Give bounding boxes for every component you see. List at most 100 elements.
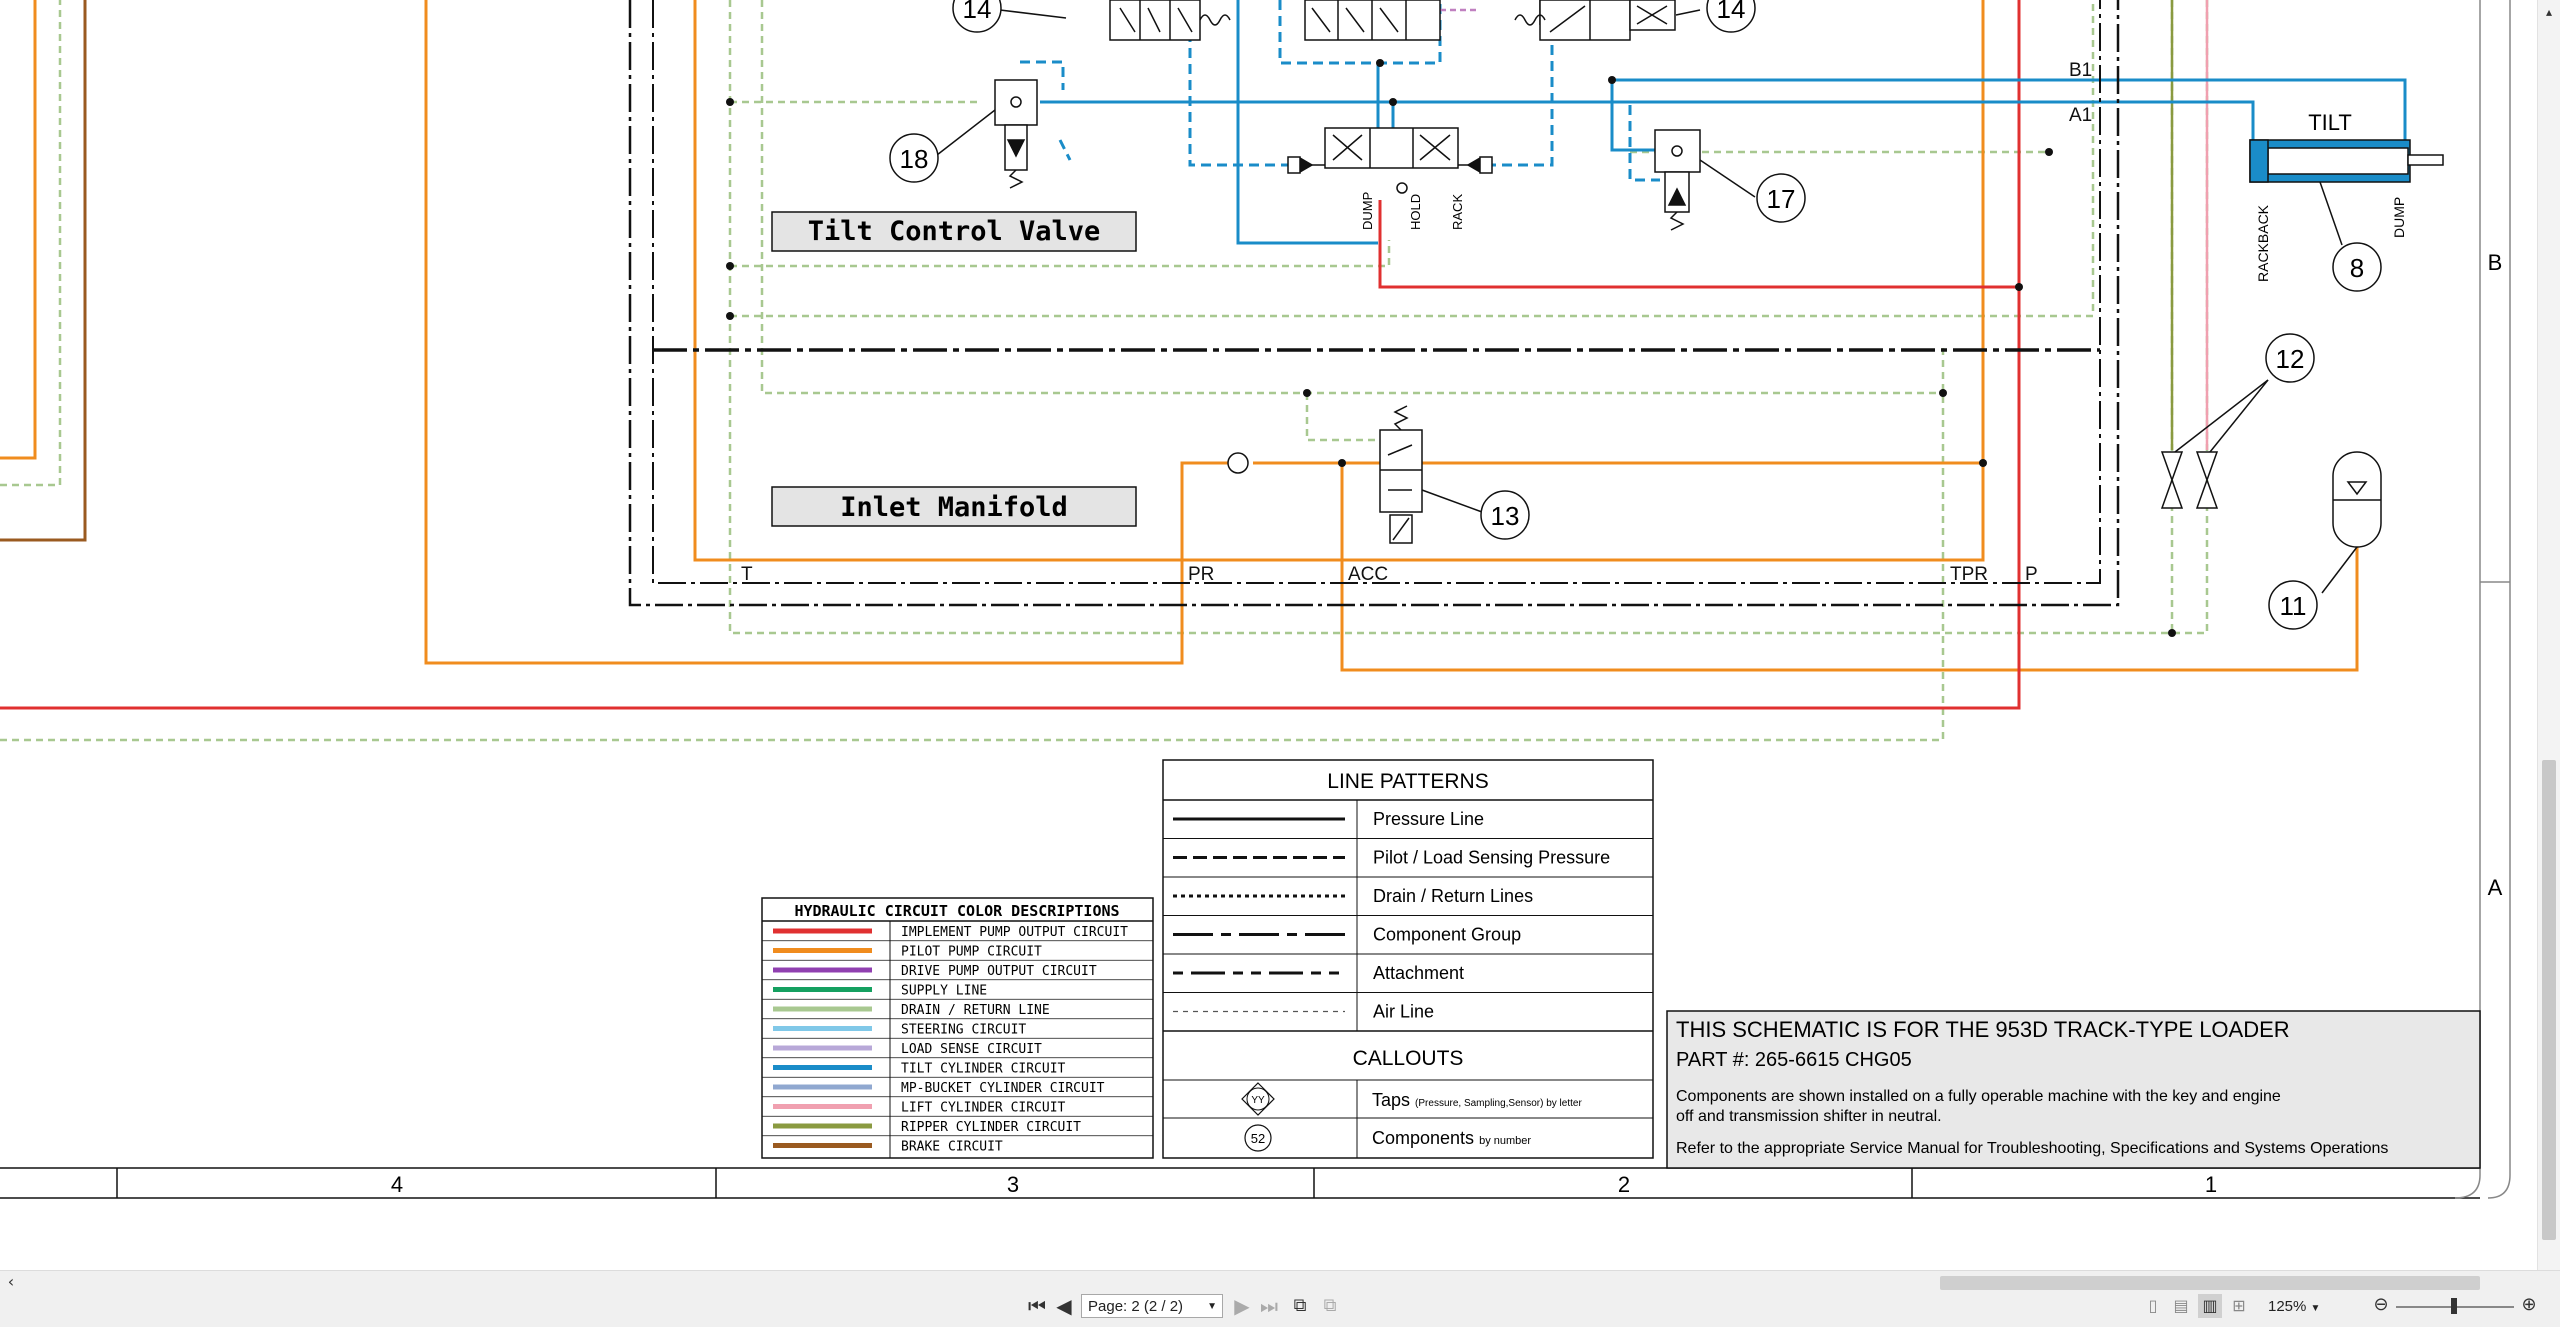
title-block: THIS SCHEMATIC IS FOR THE 953D TRACK-TYP… bbox=[1666, 1010, 2481, 1169]
title-note-2: Refer to the appropriate Service Manual … bbox=[1676, 1140, 2388, 1157]
svg-text:12: 12 bbox=[2276, 344, 2305, 374]
svg-text:14: 14 bbox=[963, 0, 992, 24]
svg-text:Tilt Control Valve: Tilt Control Valve bbox=[808, 216, 1101, 247]
legend-label: STEERING CIRCUIT bbox=[901, 1023, 1026, 1038]
callout-18: 18 bbox=[889, 133, 939, 183]
legend-label: DRIVE PUMP OUTPUT CIRCUIT bbox=[901, 964, 1097, 979]
line-pattern-label: Attachment bbox=[1373, 963, 1464, 983]
hydraulic-schematic: DUMP HOLD RACK TILT RACKBACK DUMP B1 A1 … bbox=[0, 0, 2511, 1199]
port-a1: A1 bbox=[2069, 105, 2092, 126]
zoom-in-icon[interactable]: ⊕ bbox=[2518, 1293, 2540, 1317]
port-pr: PR bbox=[1188, 564, 1214, 585]
tilt-cylinder-title: TILT bbox=[2308, 110, 2352, 135]
callouts-title: CALLOUTS bbox=[1353, 1047, 1464, 1070]
port-p: P bbox=[2025, 564, 2038, 585]
spool-label-hold: HOLD bbox=[1408, 194, 1423, 230]
main-control-valves bbox=[1109, 0, 1676, 41]
single-page-view-icon[interactable]: ▯ bbox=[2142, 1294, 2164, 1318]
chevron-down-icon: ▼ bbox=[1207, 1301, 1217, 1312]
zoom-slider-handle[interactable] bbox=[2451, 1298, 2457, 1314]
continuous-view-icon[interactable]: ▤ bbox=[2170, 1294, 2192, 1318]
line-pattern-label: Air Line bbox=[1373, 1002, 1434, 1022]
legend-label: IMPLEMENT PUMP OUTPUT CIRCUIT bbox=[901, 925, 1128, 940]
scroll-up-icon[interactable]: ▴ bbox=[2540, 0, 2558, 24]
column-label-1: 1 bbox=[2205, 1172, 2217, 1197]
column-label-4: 4 bbox=[391, 1172, 403, 1197]
pressure-reducing-valve-13 bbox=[1379, 405, 1423, 544]
page-select[interactable]: Page: 2 (2 / 2) ▼ bbox=[1081, 1294, 1223, 1318]
title-note-1a: Components are shown installed on a full… bbox=[1676, 1088, 2281, 1105]
line-pattern-label: Pilot / Load Sensing Pressure bbox=[1373, 848, 1610, 868]
scroll-left-icon[interactable]: ‹ bbox=[0, 1270, 22, 1294]
inlet-manifold-label: Inlet Manifold bbox=[771, 486, 1137, 527]
callout-11: 11 bbox=[2268, 580, 2318, 630]
callout-13: 13 bbox=[1480, 490, 1530, 540]
row-label-a: A bbox=[2488, 875, 2503, 900]
color-legend-title: HYDRAULIC CIRCUIT COLOR DESCRIPTIONS bbox=[794, 902, 1119, 920]
spool-label-rack: RACK bbox=[1450, 194, 1465, 230]
shutoff-valves-12 bbox=[2160, 379, 2269, 509]
tilt-cylinder bbox=[2249, 139, 2444, 246]
drain-return-lines bbox=[0, 0, 2209, 742]
relief-valve-18 bbox=[994, 79, 1038, 189]
components-symbol: 52 bbox=[1251, 1131, 1265, 1146]
title-note-1b: off and transmission shifter in neutral. bbox=[1676, 1108, 1942, 1125]
line-patterns-table: LINE PATTERNS Pressure Line Pilot / Load … bbox=[1162, 759, 1654, 1159]
legend-label: LOAD SENSE CIRCUIT bbox=[901, 1042, 1042, 1057]
column-label-2: 2 bbox=[1618, 1172, 1630, 1197]
svg-text:11: 11 bbox=[2280, 591, 2307, 621]
svg-text:13: 13 bbox=[1491, 501, 1520, 531]
tilt-spool-valve bbox=[1287, 127, 1493, 194]
port-t: T bbox=[741, 564, 753, 585]
next-page-icon[interactable]: ▶ bbox=[1232, 1294, 1252, 1318]
callout-14b: 14 bbox=[1706, 0, 1756, 33]
dump-label: DUMP bbox=[2391, 197, 2407, 238]
svg-text:18: 18 bbox=[900, 144, 929, 174]
accumulator-11 bbox=[2332, 451, 2382, 548]
svg-text:17: 17 bbox=[1767, 184, 1796, 214]
relief-valve-17 bbox=[1654, 129, 1701, 231]
paste-page-icon[interactable]: ⧉ bbox=[1318, 1294, 1342, 1318]
svg-text:14: 14 bbox=[1717, 0, 1746, 24]
line-pattern-label: Pressure Line bbox=[1373, 809, 1484, 829]
copy-page-icon[interactable]: ⧉ bbox=[1288, 1294, 1312, 1318]
port-b1: B1 bbox=[2069, 60, 2092, 81]
callout-12: 12 bbox=[2265, 333, 2315, 383]
legend-label: SUPPLY LINE bbox=[901, 984, 987, 999]
last-page-icon[interactable]: ⏭ bbox=[1258, 1294, 1280, 1318]
spool-label-dump: DUMP bbox=[1360, 192, 1375, 230]
svg-text:Inlet Manifold: Inlet Manifold bbox=[840, 492, 1068, 523]
legend-label: PILOT PUMP CIRCUIT bbox=[901, 945, 1042, 960]
tilt-circuit-lines bbox=[1040, 0, 2407, 245]
line-patterns-title: LINE PATTERNS bbox=[1327, 770, 1488, 793]
legend-label: RIPPER CYLINDER CIRCUIT bbox=[901, 1120, 1081, 1135]
svg-text:8: 8 bbox=[2350, 253, 2364, 283]
legend-label: LIFT CYLINDER CIRCUIT bbox=[901, 1101, 1066, 1116]
line-pattern-label: Component Group bbox=[1373, 925, 1521, 945]
column-label-3: 3 bbox=[1007, 1172, 1019, 1197]
line-pattern-label: Drain / Return Lines bbox=[1373, 886, 1533, 906]
previous-page-icon[interactable]: ◀ bbox=[1054, 1294, 1074, 1318]
callout-8: 8 bbox=[2332, 242, 2382, 292]
legend-label: BRAKE CIRCUIT bbox=[901, 1140, 1003, 1155]
legend-label: TILT CYLINDER CIRCUIT bbox=[901, 1062, 1066, 1077]
title-line-2: PART #: 265-6615 CHG05 bbox=[1676, 1049, 1912, 1071]
horizontal-scroll-thumb[interactable] bbox=[1940, 1276, 2480, 1290]
taps-symbol: YY bbox=[1251, 1095, 1265, 1106]
rackback-label: RACKBACK bbox=[2255, 204, 2271, 282]
legend-label: MP-BUCKET CYLINDER CIRCUIT bbox=[901, 1081, 1105, 1096]
zoom-level[interactable]: 125% ▼ bbox=[2268, 1296, 2338, 1318]
fit-view-icon[interactable]: ⊞ bbox=[2228, 1294, 2250, 1318]
port-acc: ACC bbox=[1348, 564, 1388, 585]
vertical-scroll-thumb[interactable] bbox=[2542, 760, 2556, 1240]
callout-17: 17 bbox=[1756, 173, 1806, 223]
two-page-view-icon[interactable]: ▥ bbox=[2198, 1294, 2222, 1318]
color-legend: HYDRAULIC CIRCUIT COLOR DESCRIPTIONS IMP… bbox=[761, 897, 1154, 1159]
zoom-out-icon[interactable]: ⊖ bbox=[2370, 1293, 2392, 1317]
row-label-b: B bbox=[2488, 250, 2503, 275]
check-valve bbox=[1227, 452, 1249, 474]
port-tpr: TPR bbox=[1950, 564, 1988, 585]
first-page-icon[interactable]: ⏮ bbox=[1026, 1294, 1048, 1318]
legend-label: DRAIN / RETURN LINE bbox=[901, 1003, 1050, 1018]
title-line-1: THIS SCHEMATIC IS FOR THE 953D TRACK-TYP… bbox=[1676, 1017, 2290, 1042]
